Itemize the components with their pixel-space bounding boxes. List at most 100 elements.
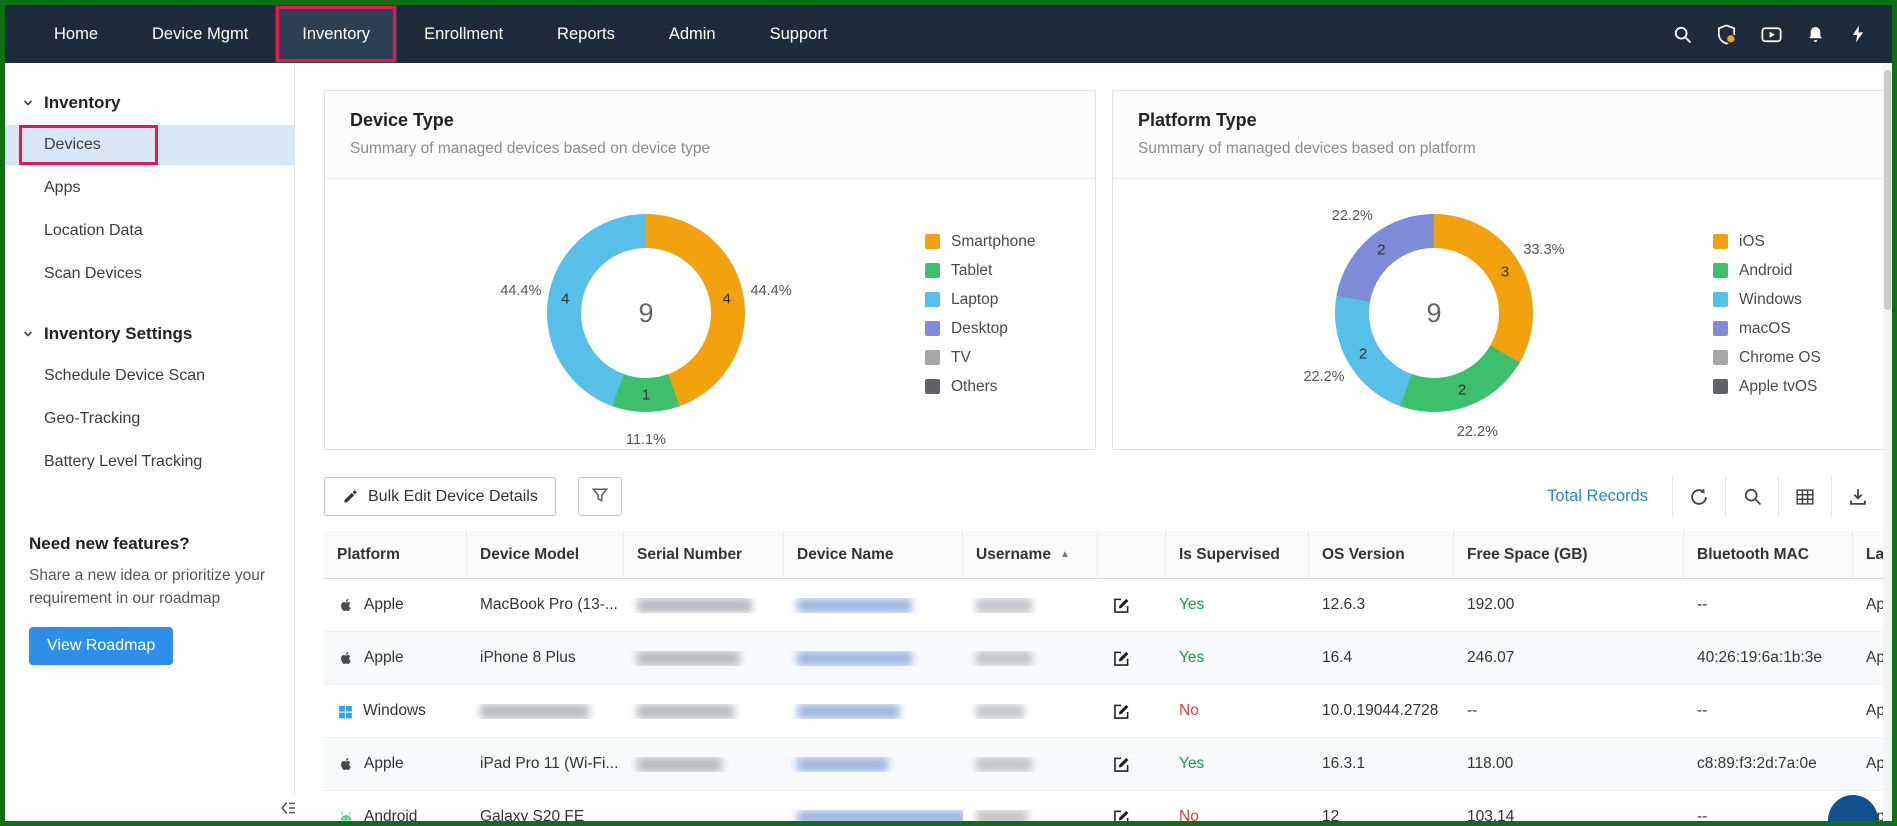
device-name-link-redacted[interactable] xyxy=(797,597,912,613)
donut-chart[interactable]: 9 xyxy=(1335,214,1533,412)
device-name-link-redacted[interactable] xyxy=(797,809,963,821)
legend-swatch xyxy=(925,379,940,394)
filter-button[interactable] xyxy=(578,477,623,516)
vertical-scrollbar[interactable] xyxy=(1883,63,1892,821)
android-icon xyxy=(337,808,355,821)
legend-item-chrome-os[interactable]: Chrome OS xyxy=(1713,343,1821,372)
legend-item-desktop[interactable]: Desktop xyxy=(925,314,1035,343)
segment-percent-label: 22.2% xyxy=(1331,207,1373,224)
nav-tab-admin[interactable]: Admin xyxy=(642,5,743,63)
supervised-value: Yes xyxy=(1179,755,1205,772)
total-records-link[interactable]: Total Records xyxy=(1547,487,1648,506)
edit-device-icon[interactable] xyxy=(1111,701,1132,722)
legend-item-windows[interactable]: Windows xyxy=(1713,285,1821,314)
legend-item-laptop[interactable]: Laptop xyxy=(925,285,1035,314)
is-supervised-cell: No xyxy=(1166,808,1309,821)
column-header-label: Device Model xyxy=(480,545,580,563)
column-chooser-grid-icon[interactable] xyxy=(1778,477,1831,516)
license-shield-icon[interactable] xyxy=(1715,23,1738,46)
device-model-cell: Galaxy S20 FE xyxy=(467,808,624,821)
legend-item-tv[interactable]: TV xyxy=(925,343,1035,372)
video-tutorial-icon[interactable] xyxy=(1760,23,1783,46)
export-download-icon[interactable] xyxy=(1831,477,1884,516)
nav-tab-reports[interactable]: Reports xyxy=(530,5,642,63)
column-header-username[interactable]: Username ▲ xyxy=(963,531,1098,578)
column-header-free-space-gb[interactable]: Free Space (GB) xyxy=(1454,531,1684,578)
legend-label: Smartphone xyxy=(951,232,1036,250)
legend-item-others[interactable]: Others xyxy=(925,372,1035,401)
apple-icon xyxy=(337,649,355,667)
segment-count-label: 1 xyxy=(641,386,651,404)
refresh-icon[interactable] xyxy=(1672,477,1725,516)
sidebar-item-schedule-device-scan[interactable]: Schedule Device Scan xyxy=(5,356,294,396)
view-roadmap-button[interactable]: View Roadmap xyxy=(29,626,174,665)
column-header-label: Username xyxy=(976,545,1051,563)
nav-tab-enrollment[interactable]: Enrollment xyxy=(397,5,530,63)
device-name-cell xyxy=(784,756,963,772)
legend-item-tablet[interactable]: Tablet xyxy=(925,256,1035,285)
segment-count-label: 4 xyxy=(722,290,731,308)
legend-item-apple-tvos[interactable]: Apple tvOS xyxy=(1713,372,1821,401)
nav-tab-support[interactable]: Support xyxy=(743,5,855,63)
donut-chart[interactable]: 9 xyxy=(547,214,745,412)
free-space-gb: 103.14 xyxy=(1454,808,1684,821)
device-name-link-redacted[interactable] xyxy=(797,703,900,719)
platform-cell: Android xyxy=(324,808,467,821)
edit-device-icon[interactable] xyxy=(1111,754,1132,775)
column-header-last[interactable]: Last xyxy=(1853,531,1885,578)
platform-label: Android xyxy=(364,808,418,821)
sidebar-section-header-inventory[interactable]: Inventory xyxy=(5,93,294,113)
column-header-platform[interactable]: Platform xyxy=(324,531,467,578)
device-name-link-redacted[interactable] xyxy=(797,756,888,772)
sidebar-section-header-inventory-settings[interactable]: Inventory Settings xyxy=(5,324,294,344)
device-name-link-redacted[interactable] xyxy=(797,650,912,666)
legend-item-android[interactable]: Android xyxy=(1713,256,1821,285)
nav-tab-home[interactable]: Home xyxy=(27,5,125,63)
navbar-icon-group xyxy=(1672,5,1868,63)
notifications-bell-icon[interactable] xyxy=(1805,24,1826,45)
table-row: Apple MacBook Pro (13-... Yes 12.6.3 192.00 -… xyxy=(324,579,1885,632)
sidebar-item-geo-tracking[interactable]: Geo-Tracking xyxy=(5,399,294,439)
table-search-icon[interactable] xyxy=(1725,477,1778,516)
username-cell xyxy=(963,756,1098,772)
scrollbar-thumb[interactable] xyxy=(1884,70,1891,310)
edit-device-icon[interactable] xyxy=(1111,807,1132,821)
column-header-os-version[interactable]: OS Version xyxy=(1309,531,1454,578)
sidebar-item-scan-devices[interactable]: Scan Devices xyxy=(5,254,294,294)
legend-item-macos[interactable]: macOS xyxy=(1713,314,1821,343)
sidebar-item-label: Scan Devices xyxy=(44,265,142,282)
bluetooth-mac: 40:26:19:6a:1b:3e xyxy=(1684,649,1853,667)
sidebar-item-label: Geo-Tracking xyxy=(44,410,141,427)
quick-actions-flash-icon[interactable] xyxy=(1848,24,1868,44)
column-header-device-model[interactable]: Device Model xyxy=(467,531,624,578)
segment-count-label: 3 xyxy=(1500,263,1510,281)
column-header-device-name[interactable]: Device Name xyxy=(784,531,963,578)
os-version-value: 16.4 xyxy=(1322,649,1353,666)
sidebar-item-battery-level-tracking[interactable]: Battery Level Tracking xyxy=(5,442,294,482)
column-header-bluetooth-mac[interactable]: Bluetooth MAC xyxy=(1684,531,1853,578)
sidebar-item-location-data[interactable]: Location Data xyxy=(5,211,294,251)
legend-item-ios[interactable]: iOS xyxy=(1713,227,1821,256)
nav-tab-device-mgmt[interactable]: Device Mgmt xyxy=(125,5,275,63)
edit-device-icon[interactable] xyxy=(1111,595,1132,616)
table-toolbar: Bulk Edit Device Details Total Records xyxy=(324,477,1884,517)
bulk-edit-device-details-button[interactable]: Bulk Edit Device Details xyxy=(324,477,556,516)
sidebar-item-apps[interactable]: Apps xyxy=(5,168,294,208)
search-icon[interactable] xyxy=(1672,24,1693,45)
column-header-edit[interactable] xyxy=(1098,531,1166,578)
nav-tab-inventory[interactable]: Inventory xyxy=(275,5,398,63)
column-header-is-supervised[interactable]: Is Supervised xyxy=(1166,531,1309,578)
platform-label: Windows xyxy=(363,702,426,719)
supervised-value: Yes xyxy=(1179,596,1205,613)
username-cell xyxy=(963,703,1098,719)
column-header-serial-number[interactable]: Serial Number xyxy=(624,531,784,578)
device-model-label: Galaxy S20 FE xyxy=(480,808,585,821)
legend-item-smartphone[interactable]: Smartphone xyxy=(925,227,1035,256)
legend-swatch xyxy=(925,292,940,307)
promo-title: Need new features? xyxy=(29,534,190,553)
sidebar-item-devices[interactable]: Devices xyxy=(5,125,294,165)
edit-device-icon[interactable] xyxy=(1111,648,1132,669)
free-space-gb-value: -- xyxy=(1467,702,1478,719)
os-version-value: 12 xyxy=(1322,808,1340,821)
platform-label: Apple xyxy=(364,649,404,666)
